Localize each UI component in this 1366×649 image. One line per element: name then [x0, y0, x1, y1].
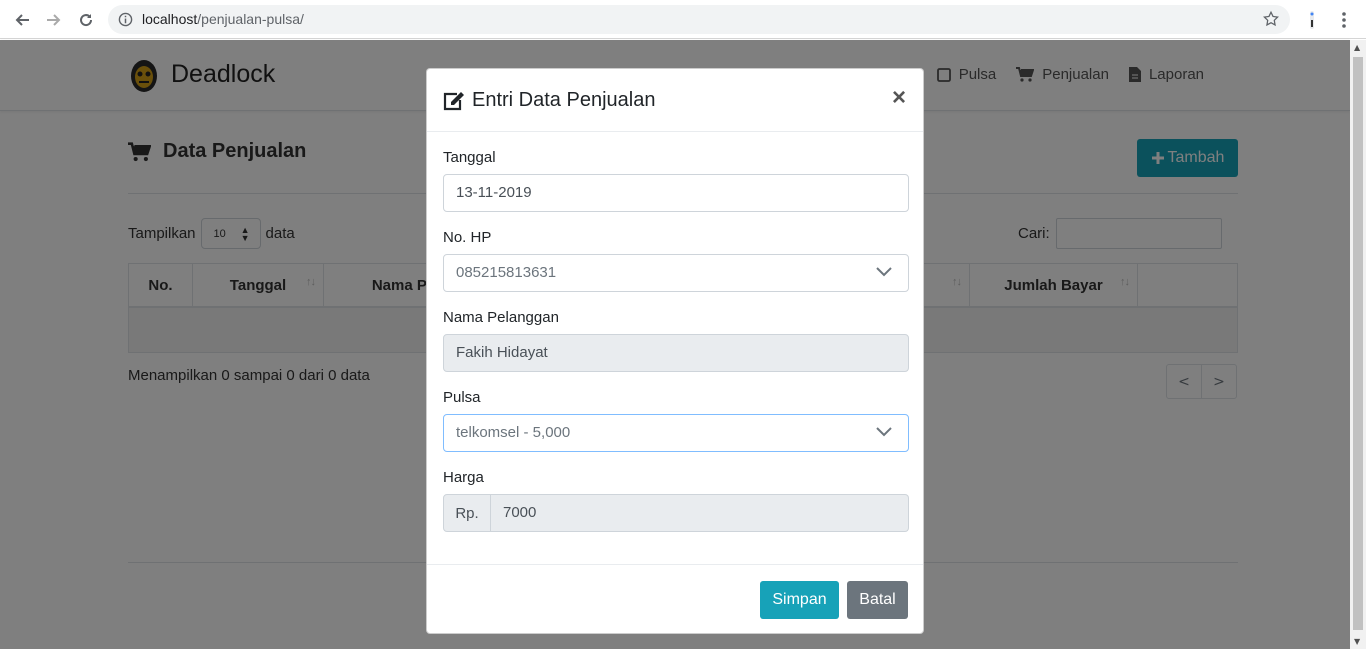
- nama-pelanggan-input: Fakih Hidayat: [443, 334, 909, 372]
- tanggal-label: Tanggal: [443, 149, 496, 166]
- field-group-pulsa: Pulsa telkomsel - 5,000: [443, 389, 909, 452]
- scroll-down-icon[interactable]: ▼: [1354, 637, 1360, 646]
- currency-prefix: Rp.: [443, 494, 491, 532]
- forward-icon[interactable]: [42, 8, 66, 32]
- nama-label: Nama Pelanggan: [443, 309, 559, 326]
- scroll-up-icon[interactable]: ▲: [1354, 43, 1360, 52]
- nohp-label: No. HP: [443, 229, 492, 246]
- close-icon[interactable]: ×: [892, 86, 906, 110]
- cancel-button[interactable]: Batal: [847, 581, 908, 619]
- pulsa-label: Pulsa: [443, 389, 481, 406]
- harga-input-group: Rp. 7000: [443, 494, 909, 532]
- tanggal-input[interactable]: 13-11-2019: [443, 174, 909, 212]
- pulsa-select[interactable]: telkomsel - 5,000: [443, 414, 909, 452]
- nohp-select[interactable]: 085215813631: [443, 254, 909, 292]
- url-text: localhost/penjualan-pulsa/: [142, 11, 304, 27]
- info-icon[interactable]: [118, 12, 133, 27]
- reload-icon[interactable]: [74, 8, 98, 32]
- back-icon[interactable]: [10, 8, 34, 32]
- pulsa-select-value: telkomsel - 5,000: [456, 424, 571, 441]
- harga-input: 7000: [491, 494, 909, 532]
- edit-icon: [443, 91, 464, 110]
- modal-title-text: Entri Data Penjualan: [472, 89, 656, 111]
- field-group-nama: Nama Pelanggan Fakih Hidayat: [443, 309, 909, 372]
- field-group-harga: Harga Rp. 7000: [443, 469, 909, 532]
- nohp-select-value: 085215813631: [456, 264, 557, 281]
- address-bar[interactable]: localhost/penjualan-pulsa/: [108, 5, 1290, 34]
- bookmark-star-icon[interactable]: [1262, 10, 1280, 28]
- save-button[interactable]: Simpan: [760, 581, 839, 619]
- browser-toolbar: localhost/penjualan-pulsa/: [0, 0, 1366, 39]
- scrollbar[interactable]: ▲ ▼: [1350, 40, 1366, 649]
- extension-icon[interactable]: [1302, 9, 1322, 31]
- entry-modal: Entri Data Penjualan × Tanggal 13-11-201…: [426, 68, 924, 634]
- harga-label: Harga: [443, 469, 484, 486]
- kebab-menu-icon[interactable]: [1334, 9, 1354, 31]
- modal-footer: Simpan Batal: [427, 564, 923, 634]
- chevron-down-icon: [876, 427, 892, 437]
- field-group-tanggal: Tanggal 13-11-2019: [443, 149, 909, 212]
- scrollbar-thumb[interactable]: [1353, 57, 1363, 630]
- modal-title: Entri Data Penjualan: [443, 89, 655, 112]
- modal-header: Entri Data Penjualan ×: [427, 69, 923, 132]
- chevron-down-icon: [876, 267, 892, 277]
- field-group-nohp: No. HP 085215813631: [443, 229, 909, 292]
